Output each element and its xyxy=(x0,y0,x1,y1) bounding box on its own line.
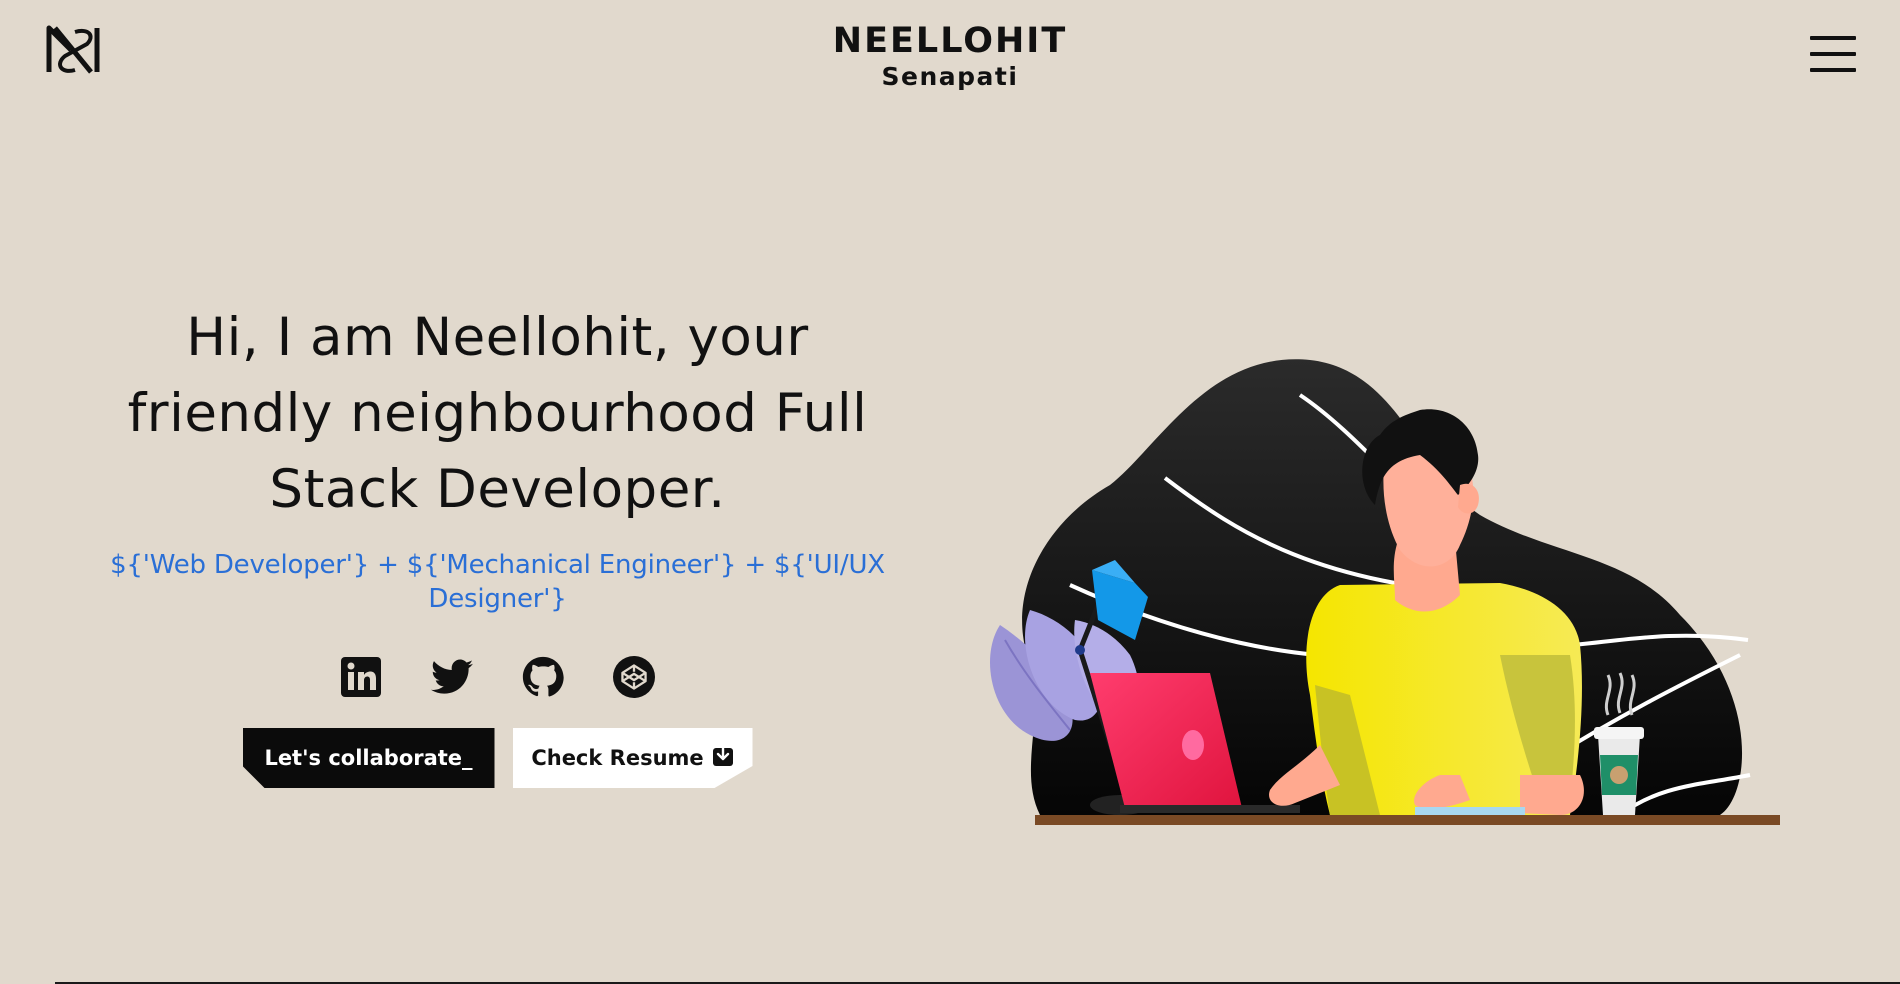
download-icon xyxy=(712,745,734,772)
brand-subtitle: Senapati xyxy=(881,62,1019,91)
collaborate-button-label: Let's collaborate_ xyxy=(264,746,473,770)
twitter-icon[interactable] xyxy=(431,656,473,698)
social-links xyxy=(50,656,945,698)
brand-title: NEELLOHIT Senapati xyxy=(0,20,1900,92)
developer-at-laptop-illustration xyxy=(980,355,1780,835)
brand-name: NEELLOHIT xyxy=(832,21,1068,61)
menu-bar xyxy=(1810,52,1856,56)
hero-section: Hi, I am Neellohit, your friendly neighb… xyxy=(50,300,945,788)
collaborate-button[interactable]: Let's collaborate_ xyxy=(243,728,495,788)
github-icon[interactable] xyxy=(522,656,564,698)
hero-title: Hi, I am Neellohit, your friendly neighb… xyxy=(127,307,868,520)
check-resume-button-label: Check Resume xyxy=(531,746,704,770)
hamburger-menu-icon[interactable] xyxy=(1810,36,1856,72)
codepen-icon[interactable] xyxy=(613,656,655,698)
menu-bar xyxy=(1810,36,1856,40)
linkedin-icon[interactable] xyxy=(340,656,382,698)
hero-subtitle: ${'Web Developer'} + ${'Mechanical Engin… xyxy=(110,550,885,614)
menu-bar xyxy=(1810,68,1856,72)
hero-actions: Let's collaborate_ Check Resume xyxy=(50,728,945,788)
check-resume-button[interactable]: Check Resume xyxy=(513,728,753,788)
